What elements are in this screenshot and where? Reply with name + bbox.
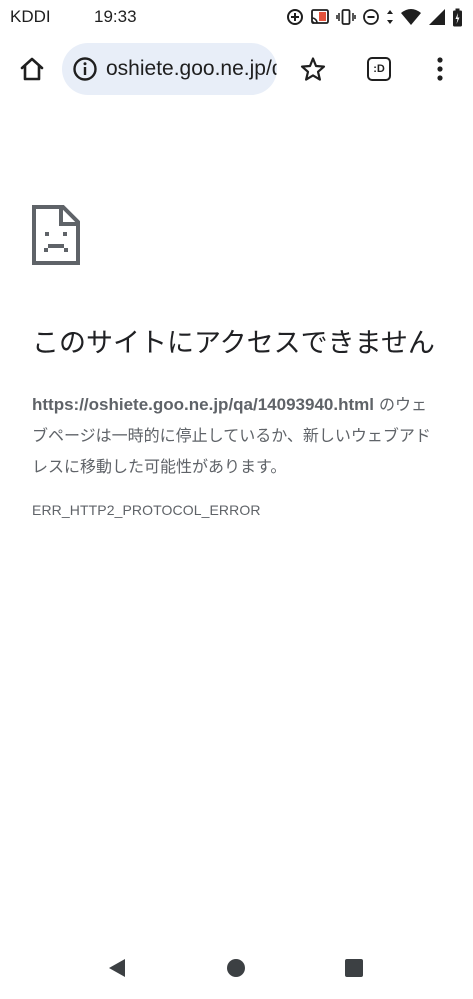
data-saver-icon	[287, 9, 303, 25]
back-triangle-icon	[109, 959, 125, 977]
home-button[interactable]	[10, 47, 54, 91]
battery-icon	[453, 8, 462, 26]
more-vert-icon	[437, 57, 443, 81]
wifi-icon	[401, 9, 421, 25]
home-icon	[20, 57, 44, 81]
tab-switcher-button[interactable]: :D	[357, 47, 401, 91]
home-nav-button[interactable]	[218, 950, 254, 986]
address-bar[interactable]: oshiete.goo.ne.jp/qa/14093940.html	[62, 43, 277, 95]
tab-count: :D	[367, 57, 391, 81]
home-circle-icon	[227, 959, 245, 977]
site-info-button[interactable]	[70, 54, 100, 84]
vibrate-icon	[336, 9, 356, 25]
info-icon	[73, 57, 97, 81]
star-icon	[300, 57, 326, 81]
status-icons	[286, 8, 463, 27]
cast-icon	[311, 9, 329, 24]
data-activity-icon	[387, 10, 393, 24]
error-page: このサイトにアクセスできません https://oshiete.goo.ne.j…	[32, 205, 440, 518]
bookmark-button[interactable]	[291, 47, 335, 91]
navigation-bar	[0, 940, 473, 994]
error-code[interactable]: ERR_HTTP2_PROTOCOL_ERROR	[32, 502, 440, 518]
status-bar: KDDI 19:33	[0, 0, 473, 34]
do-not-disturb-icon	[363, 9, 379, 25]
browser-toolbar: oshiete.goo.ne.jp/qa/14093940.html :D	[0, 38, 473, 100]
error-description: https://oshiete.goo.ne.jp/qa/14093940.ht…	[32, 389, 440, 482]
sad-document-icon	[32, 205, 80, 265]
cell-signal-icon	[429, 9, 445, 25]
error-title: このサイトにアクセスできません	[32, 328, 435, 359]
url-text: oshiete.goo.ne.jp/qa/14093940.html	[106, 57, 277, 80]
error-url: https://oshiete.goo.ne.jp/qa/14093940.ht…	[32, 395, 374, 414]
back-button[interactable]	[99, 950, 135, 986]
carrier-label: KDDI	[10, 7, 51, 26]
recents-button[interactable]	[336, 950, 372, 986]
recents-square-icon	[345, 959, 363, 977]
clock: 19:33	[94, 7, 137, 26]
menu-button[interactable]	[418, 47, 462, 91]
